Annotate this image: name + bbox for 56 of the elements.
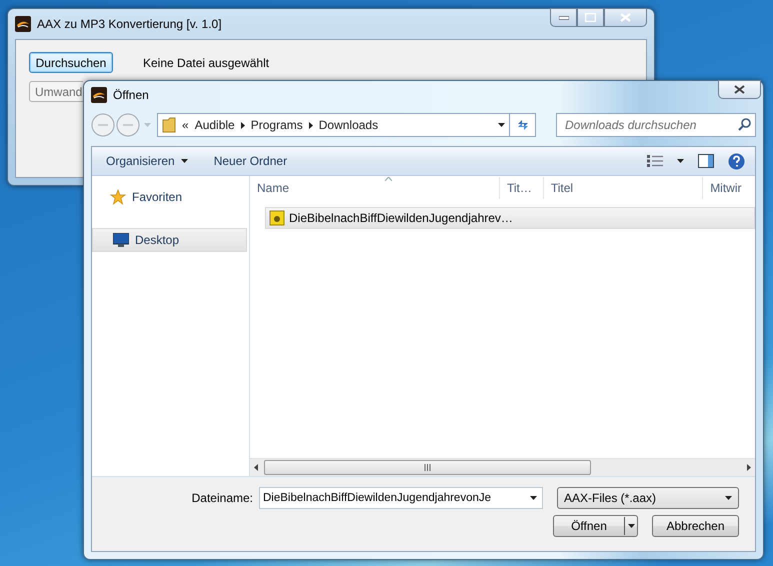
- dropdown-caret-icon: [498, 123, 505, 127]
- refresh-button[interactable]: [510, 113, 536, 137]
- breadcrumb-item[interactable]: Programs: [250, 118, 303, 132]
- close-button[interactable]: [718, 80, 761, 99]
- column-header[interactable]: Mitwir: [703, 177, 755, 199]
- minimize-icon: [558, 16, 568, 20]
- scroll-left-icon[interactable]: [254, 464, 258, 471]
- scroll-right-icon[interactable]: [747, 464, 751, 471]
- file-icon: [269, 210, 285, 226]
- app-icon: [15, 16, 31, 32]
- search-field[interactable]: Downloads durchsuchen: [556, 113, 756, 137]
- close-icon: [734, 85, 745, 94]
- app-icon: [91, 87, 107, 103]
- toolbar-button[interactable]: Neuer Ordner: [214, 154, 288, 168]
- scrollbar-thumb[interactable]: [264, 460, 591, 475]
- grip-icon: [424, 464, 431, 471]
- dropdown-caret-icon: [180, 159, 188, 163]
- file-type-dropdown[interactable]: AAX-Files (*.aax): [557, 487, 739, 509]
- file-row[interactable]: DieBibelnachBiffDiewildenJugendjahrev…: [265, 207, 755, 229]
- dropdown-caret-icon: [628, 524, 634, 528]
- chevron-icon: [308, 122, 313, 128]
- chevron-icon: [240, 122, 245, 128]
- filename-field[interactable]: DieBibelnachBiffDiewildenJugendjahrevonJe: [259, 487, 543, 509]
- column-header[interactable]: Titel: [544, 177, 704, 199]
- column-header[interactable]: Name: [250, 177, 500, 199]
- close-button[interactable]: [604, 8, 647, 27]
- refresh-icon: [516, 118, 530, 132]
- dropdown-caret-icon: [677, 159, 684, 163]
- dropdown-caret-icon: [530, 496, 537, 500]
- window-title: AAX zu MP3 Konvertierung [v. 1.0]: [37, 17, 222, 31]
- folder-icon: [162, 117, 176, 133]
- sidebar-item[interactable]: Favoriten: [92, 186, 249, 208]
- search-icon: [738, 118, 751, 131]
- monitor-icon: [113, 233, 129, 247]
- cancel-button[interactable]: Abbrechen: [652, 515, 739, 537]
- breadcrumb-item[interactable]: Audible: [194, 118, 235, 132]
- open-split-button[interactable]: Öffnen: [553, 515, 638, 537]
- breadcrumb-item[interactable]: Downloads: [318, 118, 378, 132]
- filename-label: Dateiname:: [192, 491, 253, 505]
- minimize-button[interactable]: [550, 8, 577, 27]
- toolbar-button[interactable]: Organisieren: [106, 154, 188, 168]
- status-text: Keine Datei ausgewählt: [143, 56, 270, 70]
- action-button[interactable]: Durchsuchen: [29, 52, 113, 73]
- dropdown-caret-icon: [725, 496, 732, 500]
- maximize-icon: [585, 13, 596, 22]
- help-icon[interactable]: [728, 152, 745, 170]
- view-list-icon[interactable]: [647, 155, 663, 167]
- star-icon: [110, 189, 126, 205]
- preview-pane-icon[interactable]: [698, 154, 714, 168]
- column-header[interactable]: Tit…: [500, 177, 544, 199]
- sidebar-item[interactable]: Desktop: [92, 228, 247, 252]
- maximize-button[interactable]: [577, 8, 604, 27]
- close-icon: [620, 13, 631, 22]
- overflow-mark[interactable]: «: [182, 118, 189, 132]
- address-bar[interactable]: « Audible Programs Downloads: [157, 113, 510, 137]
- dialog-title: Öffnen: [113, 88, 149, 102]
